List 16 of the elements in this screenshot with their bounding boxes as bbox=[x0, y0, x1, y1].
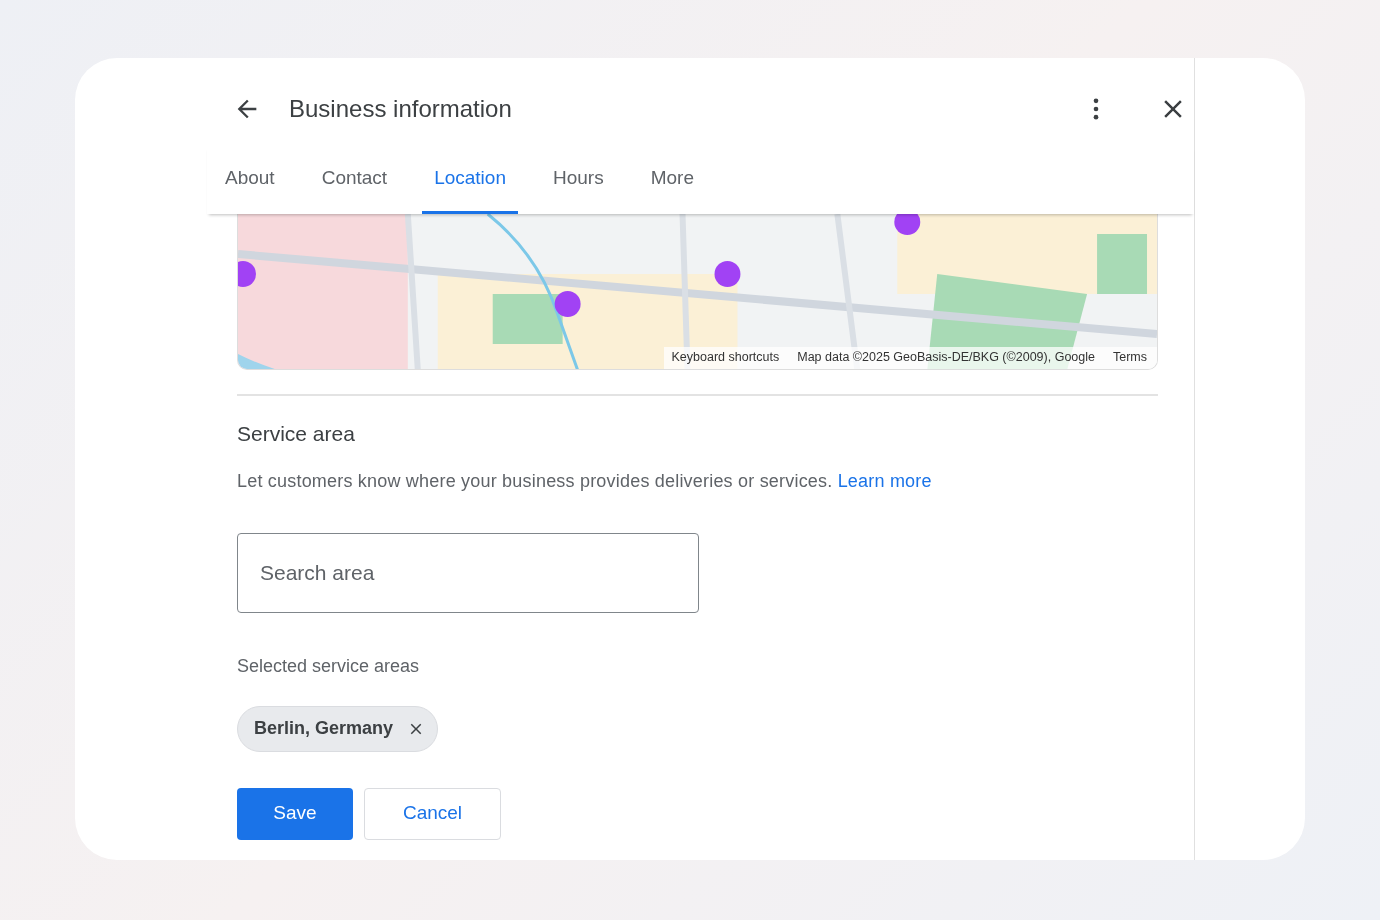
terms-link[interactable]: Terms bbox=[1112, 348, 1147, 367]
area-chip[interactable]: Berlin, Germany bbox=[237, 705, 439, 752]
description-text: Let customers know where your business provides deliveries or services. Learn more bbox=[237, 469, 933, 493]
section-heading: Service area bbox=[237, 421, 356, 447]
selected-areas-label: Selected service areas bbox=[237, 654, 421, 678]
shortcuts-link[interactable]: Keyboard shortcuts bbox=[671, 348, 780, 367]
tab[interactable]: Contact bbox=[309, 146, 400, 214]
dialog-title: Business information bbox=[289, 94, 512, 124]
tab[interactable]: About bbox=[213, 146, 287, 214]
tab[interactable]: Hours bbox=[541, 146, 616, 214]
cancel-button[interactable]: Cancel bbox=[364, 787, 501, 840]
attribution-text: Map data ©2025 GeoBasis-DE/BKG (©2009), Google bbox=[797, 349, 1095, 367]
save-button[interactable]: Save bbox=[237, 787, 353, 840]
search-field[interactable]: Search area bbox=[237, 532, 699, 613]
tab[interactable]: More bbox=[638, 146, 706, 214]
learn-more-link[interactable]: Learn more bbox=[837, 470, 932, 491]
